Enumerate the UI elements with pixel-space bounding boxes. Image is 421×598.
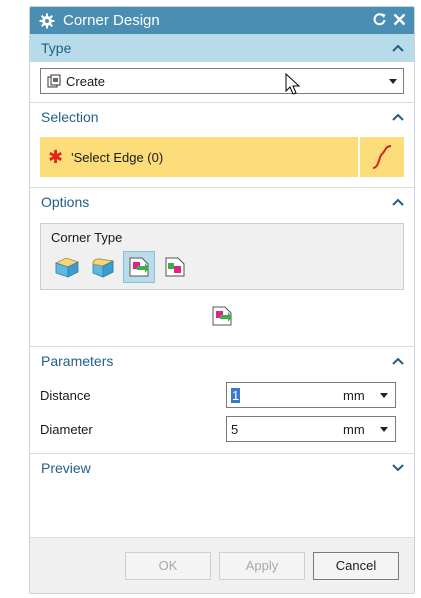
reset-icon[interactable]	[372, 12, 387, 30]
options-section-title: Options	[41, 194, 90, 210]
corner-design-dialog: Corner Design Type Create Selection ✱ 'S…	[29, 6, 415, 594]
corner-type-3-icon[interactable]	[123, 251, 155, 283]
cancel-button[interactable]: Cancel	[313, 551, 399, 580]
distance-row: Distance 1 mm	[40, 381, 404, 409]
parameters-section-title: Parameters	[41, 353, 114, 369]
mouse-cursor-icon	[285, 73, 301, 95]
diameter-value[interactable]: 5	[231, 422, 343, 437]
type-section: Type Create	[30, 34, 414, 103]
selection-section: Selection ✱ 'Select Edge (0)	[30, 103, 414, 188]
gear-icon	[38, 12, 56, 30]
ok-button[interactable]: OK	[125, 551, 211, 580]
corner-type-preview-row	[40, 290, 404, 338]
distance-unit[interactable]: mm	[343, 388, 373, 403]
corner-type-4-icon[interactable]	[159, 251, 191, 283]
selection-section-title: Selection	[41, 109, 99, 125]
chevron-down-icon[interactable]	[373, 392, 395, 398]
preview-section-title: Preview	[41, 460, 91, 476]
select-edge-label: 'Select Edge (0)	[71, 149, 164, 165]
options-section-header[interactable]: Options	[30, 188, 414, 216]
corner-type-label: Corner Type	[51, 230, 123, 245]
type-dropdown-value: Create	[66, 73, 106, 89]
chevron-down-icon	[389, 78, 397, 84]
distance-value[interactable]: 1	[231, 387, 241, 403]
chevron-up-icon[interactable]	[392, 111, 404, 123]
dialog-footer: OK Apply Cancel	[30, 537, 414, 593]
type-section-title: Type	[41, 40, 72, 56]
type-dropdown[interactable]: Create	[40, 68, 404, 94]
options-section: Options Corner Type	[30, 188, 414, 347]
diameter-label: Diameter	[40, 421, 93, 437]
chevron-up-icon[interactable]	[392, 196, 404, 208]
diameter-unit[interactable]: mm	[343, 422, 373, 437]
parameters-section-header[interactable]: Parameters	[30, 347, 414, 375]
window-title: Corner Design	[63, 12, 160, 29]
selection-section-header[interactable]: Selection	[30, 103, 414, 131]
title-bar: Corner Design	[30, 7, 414, 34]
chevron-up-icon[interactable]	[392, 355, 404, 367]
diameter-field[interactable]: 5 mm	[226, 416, 396, 442]
corner-type-icons	[51, 251, 393, 283]
chevron-down-icon[interactable]	[373, 426, 395, 432]
corner-type-group: Corner Type	[40, 223, 404, 290]
diameter-row: Diameter 5 mm	[40, 415, 404, 443]
corner-type-1-icon[interactable]	[51, 251, 83, 283]
select-edge-row: ✱ 'Select Edge (0)	[40, 137, 404, 177]
create-icon	[47, 74, 61, 88]
parameters-section: Parameters Distance 1 mm Diameter 5 mm	[30, 347, 414, 454]
apply-button[interactable]: Apply	[219, 551, 305, 580]
corner-type-preview-icon[interactable]	[206, 300, 238, 332]
select-edge-field[interactable]: ✱ 'Select Edge (0)	[40, 137, 358, 177]
chevron-up-icon[interactable]	[392, 42, 404, 54]
curve-icon	[372, 145, 392, 169]
corner-type-2-icon[interactable]	[87, 251, 119, 283]
type-section-header[interactable]: Type	[30, 34, 414, 62]
chevron-down-icon[interactable]	[392, 462, 404, 474]
distance-field[interactable]: 1 mm	[226, 382, 396, 408]
close-icon[interactable]	[393, 12, 406, 29]
curve-select-button[interactable]	[360, 137, 404, 177]
preview-section: Preview	[30, 454, 414, 482]
preview-section-header[interactable]: Preview	[30, 454, 414, 482]
distance-label: Distance	[40, 387, 91, 403]
required-star-icon: ✱	[48, 147, 64, 167]
